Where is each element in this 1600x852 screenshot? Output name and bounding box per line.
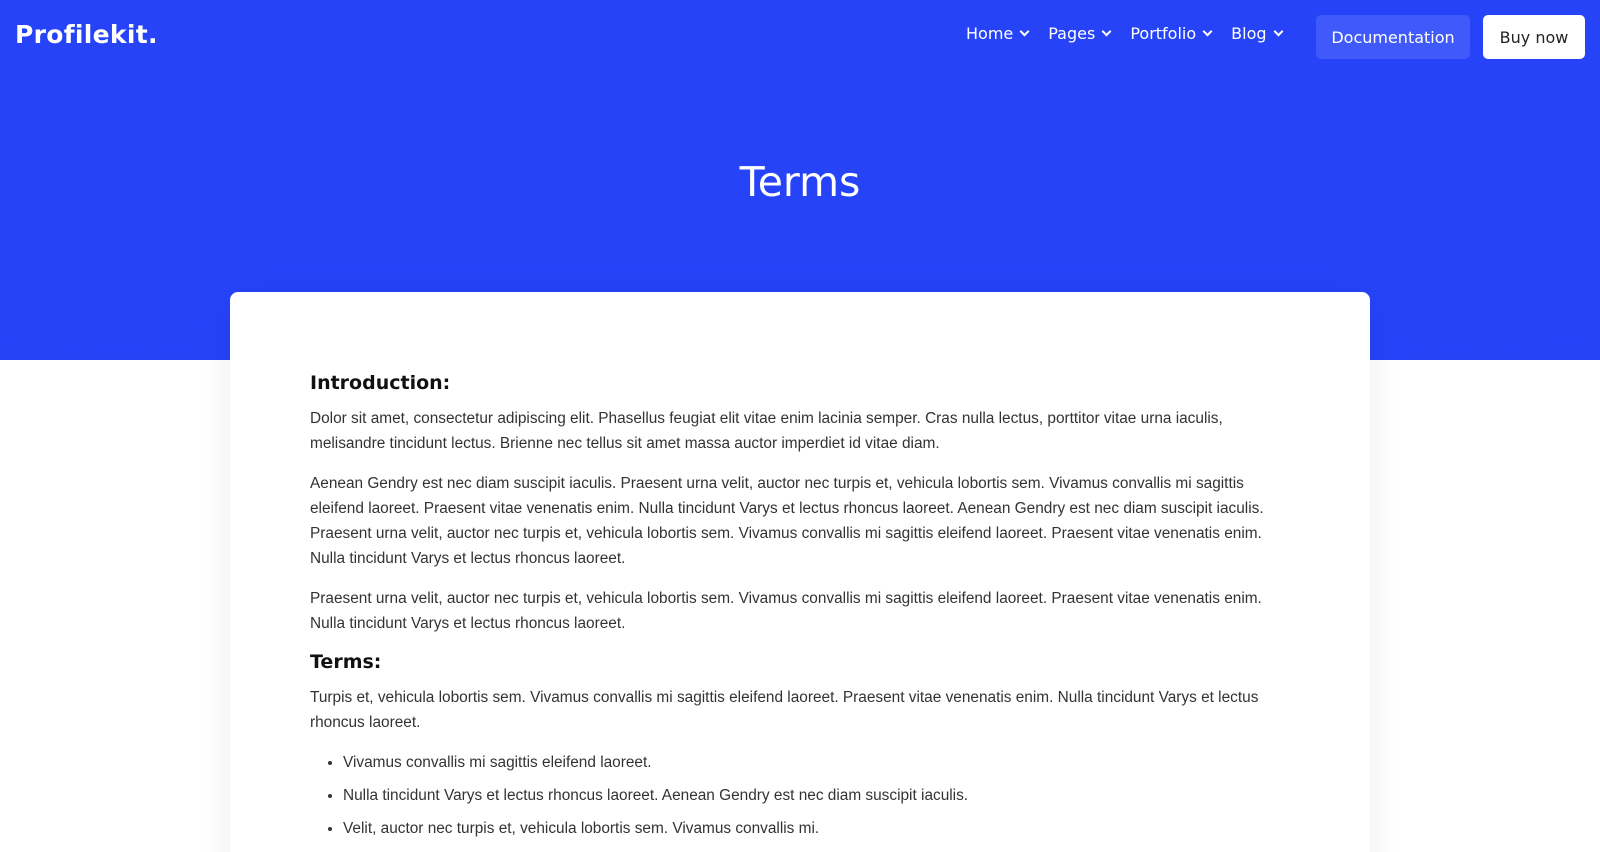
chevron-down-icon: [1019, 26, 1030, 37]
nav-item-label: Portfolio: [1130, 24, 1197, 43]
nav-item-label: Pages: [1048, 24, 1096, 43]
chevron-down-icon: [1273, 26, 1283, 37]
nav-item-label: Blog: [1231, 24, 1267, 43]
list-item: Nulla tincidunt Varys et lectus rhoncus …: [343, 783, 1290, 808]
terms-list: Vivamus convallis mi sagittis eleifend l…: [343, 750, 1290, 841]
chevron-down-icon: [1101, 26, 1112, 37]
terms-heading: Terms:: [310, 651, 382, 673]
nav-item-label: Home: [966, 24, 1014, 43]
list-item: Vivamus convallis mi sagittis eleifend l…: [343, 750, 1290, 775]
navbar: Profilekit. Home Pages Portfolio Blog Do…: [0, 0, 1600, 74]
page-title: Terms: [739, 158, 861, 206]
list-item: Velit, auctor nec turpis et, vehicula lo…: [343, 816, 1290, 841]
chevron-down-icon: [1202, 26, 1213, 37]
terms-paragraph: Turpis et, vehicula lobortis sem. Vivamu…: [310, 689, 1259, 731]
logo[interactable]: Profilekit.: [15, 20, 158, 49]
nav-item-portfolio[interactable]: Portfolio: [1130, 24, 1213, 43]
buy-now-button[interactable]: Buy now: [1483, 15, 1585, 59]
intro-heading: Introduction:: [310, 372, 451, 394]
nav-item-home[interactable]: Home: [966, 24, 1030, 43]
intro-paragraph-2: Aenean Gendry est nec diam suscipit iacu…: [310, 475, 1264, 567]
intro-paragraph-1: Dolor sit amet, consectetur adipiscing e…: [310, 410, 1223, 452]
documentation-button[interactable]: Documentation: [1316, 15, 1470, 59]
content-card: Introduction: Dolor sit amet, consectetu…: [230, 292, 1370, 852]
nav-menu: Home Pages Portfolio Blog: [966, 24, 1302, 43]
nav-item-blog[interactable]: Blog: [1231, 24, 1283, 43]
nav-item-pages[interactable]: Pages: [1048, 24, 1112, 43]
intro-paragraph-3: Praesent urna velit, auctor nec turpis e…: [310, 590, 1262, 632]
